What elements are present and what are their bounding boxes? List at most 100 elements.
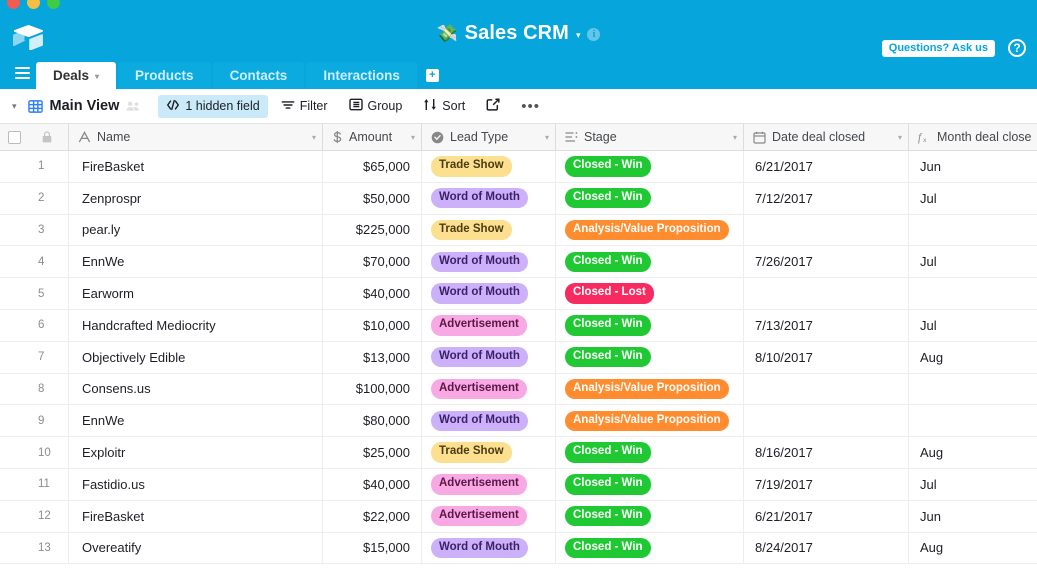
column-header-lead-type[interactable]: Lead Type ▾	[421, 124, 555, 150]
close-window-button[interactable]	[7, 0, 20, 9]
chevron-down-icon[interactable]: ▾	[733, 133, 737, 142]
cell-name[interactable]: pear.ly	[68, 214, 322, 246]
cell-amount[interactable]: $13,000	[322, 341, 421, 373]
cell-lead-type[interactable]: Word of Mouth	[421, 341, 555, 373]
cell-amount[interactable]: $15,000	[322, 532, 421, 564]
cell-date-deal-closed[interactable]: 7/19/2017	[743, 468, 908, 500]
table-row[interactable]: 7 Objectively Edible $13,000 Word of Mouth C…	[0, 341, 1037, 374]
table-row[interactable]: 3 pear.ly $225,000 Trade Show Analysis/Value…	[0, 214, 1037, 247]
sort-button[interactable]: Sort	[415, 94, 473, 118]
chevron-down-icon[interactable]: ▾	[411, 133, 415, 142]
cell-stage[interactable]: Closed - Win	[555, 151, 743, 182]
cell-month-deal-closed[interactable]: Jul	[908, 182, 1037, 214]
chevron-down-icon[interactable]: ▾	[95, 72, 99, 81]
cell-amount[interactable]: $25,000	[322, 437, 421, 468]
airtable-logo-icon[interactable]	[12, 21, 44, 53]
cell-lead-type[interactable]: Advertisement	[421, 373, 555, 405]
cell-date-deal-closed[interactable]	[743, 278, 908, 309]
share-view-button[interactable]	[478, 94, 508, 118]
cell-lead-type[interactable]: Trade Show	[421, 437, 555, 468]
cell-amount[interactable]: $65,000	[322, 151, 421, 182]
hidden-fields-button[interactable]: 1 hidden field	[158, 94, 268, 118]
cell-stage[interactable]: Closed - Win	[555, 532, 743, 564]
cell-month-deal-closed[interactable]: Aug	[908, 341, 1037, 373]
ask-us-button[interactable]: Questions? Ask us	[881, 40, 995, 57]
table-row[interactable]: 5 Earworm $40,000 Word of Mouth Closed - Los…	[0, 278, 1037, 310]
view-sidebar-toggle-icon[interactable]: ▾	[12, 101, 17, 112]
zoom-window-button[interactable]	[47, 0, 60, 9]
table-row[interactable]: 9 EnnWe $80,000 Word of Mouth Analysis/Value…	[0, 405, 1037, 438]
cell-stage[interactable]: Analysis/Value Proposition	[555, 373, 743, 405]
tab-contacts[interactable]: Contacts	[212, 62, 305, 89]
cell-date-deal-closed[interactable]: 8/16/2017	[743, 437, 908, 468]
cell-date-deal-closed[interactable]	[743, 405, 908, 437]
cell-lead-type[interactable]: Word of Mouth	[421, 278, 555, 309]
table-row[interactable]: 13 Overeatify $15,000 Word of Mouth Closed -…	[0, 532, 1037, 565]
cell-month-deal-closed[interactable]	[908, 278, 1037, 309]
minimize-window-button[interactable]	[27, 0, 40, 9]
tab-deals[interactable]: Deals ▾	[36, 62, 117, 89]
cell-name[interactable]: Earworm	[68, 278, 322, 309]
chevron-down-icon[interactable]: ▾	[545, 133, 549, 142]
cell-lead-type[interactable]: Trade Show	[421, 151, 555, 182]
view-name[interactable]: Main View	[50, 98, 120, 114]
cell-amount[interactable]: $50,000	[322, 182, 421, 214]
cell-month-deal-closed[interactable]: Aug	[908, 532, 1037, 564]
cell-name[interactable]: FireBasket	[68, 151, 322, 182]
cell-lead-type[interactable]: Trade Show	[421, 214, 555, 246]
cell-name[interactable]: Consens.us	[68, 373, 322, 405]
table-row[interactable]: 2 Zenprospr $50,000 Word of Mouth Closed - W…	[0, 182, 1037, 215]
more-options-button[interactable]: •••	[513, 98, 548, 115]
table-row[interactable]: 10 Exploitr $25,000 Trade Show Closed - Win 8…	[0, 437, 1037, 469]
tab-products[interactable]: Products	[118, 62, 211, 89]
add-table-button[interactable]: +	[425, 69, 439, 82]
cell-amount[interactable]: $40,000	[322, 468, 421, 500]
cell-lead-type[interactable]: Word of Mouth	[421, 405, 555, 437]
cell-amount[interactable]: $70,000	[322, 246, 421, 278]
cell-name[interactable]: Handcrafted Mediocrity	[68, 309, 322, 341]
collaborators-icon[interactable]	[126, 100, 141, 112]
group-button[interactable]: Group	[341, 94, 411, 118]
cell-amount[interactable]: $225,000	[322, 214, 421, 246]
chevron-down-icon[interactable]: ▾	[898, 133, 902, 142]
table-row[interactable]: 6 Handcrafted Mediocrity $10,000 Advertisem…	[0, 309, 1037, 342]
cell-lead-type[interactable]: Advertisement	[421, 500, 555, 532]
column-header-amount[interactable]: Amount ▾	[322, 124, 421, 150]
table-row[interactable]: 12 FireBasket $22,000 Advertisement Closed -…	[0, 500, 1037, 533]
cell-date-deal-closed[interactable]: 8/10/2017	[743, 341, 908, 373]
cell-month-deal-closed[interactable]: Aug	[908, 437, 1037, 468]
cell-stage[interactable]: Closed - Win	[555, 468, 743, 500]
cell-date-deal-closed[interactable]: 7/12/2017	[743, 182, 908, 214]
cell-date-deal-closed[interactable]: 7/26/2017	[743, 246, 908, 278]
cell-amount[interactable]: $40,000	[322, 278, 421, 309]
cell-date-deal-closed[interactable]: 6/21/2017	[743, 151, 908, 182]
cell-stage[interactable]: Closed - Win	[555, 182, 743, 214]
cell-month-deal-closed[interactable]	[908, 405, 1037, 437]
column-header-month-deal-closed[interactable]: f x Month deal closed	[908, 124, 1037, 150]
cell-stage[interactable]: Analysis/Value Proposition	[555, 405, 743, 437]
cell-stage[interactable]: Closed - Win	[555, 246, 743, 278]
cell-name[interactable]: EnnWe	[68, 405, 322, 437]
cell-name[interactable]: Fastidio.us	[68, 468, 322, 500]
cell-stage[interactable]: Closed - Lost	[555, 278, 743, 309]
hamburger-menu-icon[interactable]	[8, 62, 36, 89]
table-row[interactable]: 11 Fastidio.us $40,000 Advertisement Closed …	[0, 468, 1037, 501]
cell-name[interactable]: Exploitr	[68, 437, 322, 468]
cell-month-deal-closed[interactable]	[908, 214, 1037, 246]
help-icon[interactable]: ?	[1008, 39, 1026, 57]
cell-month-deal-closed[interactable]: Jul	[908, 246, 1037, 278]
cell-lead-type[interactable]: Advertisement	[421, 309, 555, 341]
cell-month-deal-closed[interactable]: Jul	[908, 468, 1037, 500]
cell-lead-type[interactable]: Advertisement	[421, 468, 555, 500]
select-all-checkbox[interactable]	[0, 130, 28, 144]
cell-date-deal-closed[interactable]: 8/24/2017	[743, 532, 908, 564]
cell-stage[interactable]: Closed - Win	[555, 341, 743, 373]
cell-amount[interactable]: $10,000	[322, 309, 421, 341]
column-header-stage[interactable]: Stage ▾	[555, 124, 743, 150]
cell-month-deal-closed[interactable]: Jun	[908, 500, 1037, 532]
cell-lead-type[interactable]: Word of Mouth	[421, 182, 555, 214]
cell-date-deal-closed[interactable]	[743, 214, 908, 246]
cell-date-deal-closed[interactable]	[743, 373, 908, 405]
cell-lead-type[interactable]: Word of Mouth	[421, 532, 555, 564]
table-row[interactable]: 8 Consens.us $100,000 Advertisement Analysis…	[0, 373, 1037, 406]
